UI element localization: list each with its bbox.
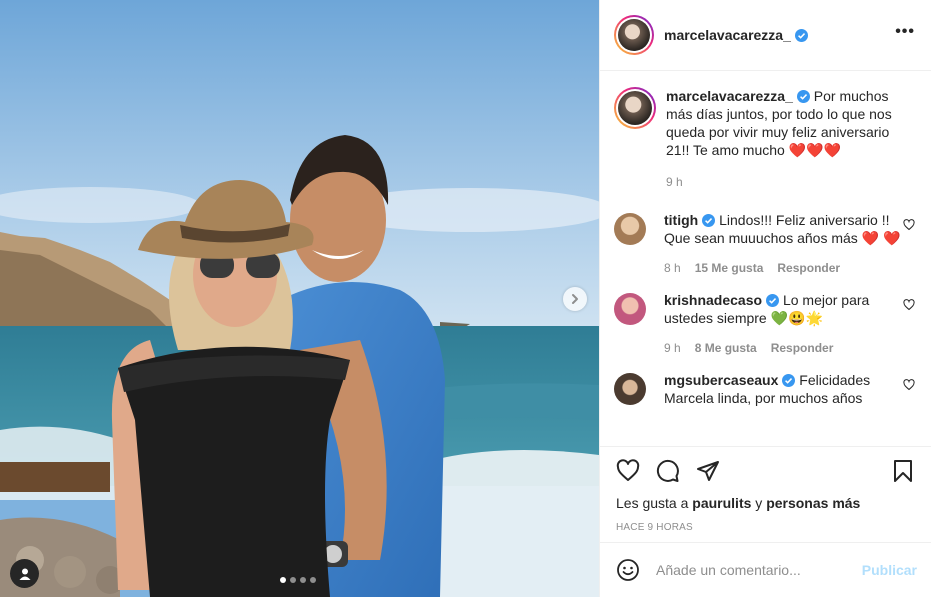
- commenter-avatar[interactable]: [614, 373, 646, 405]
- liked-by-summary: Les gusta a paurulits y personas más: [616, 495, 915, 511]
- chevron-right-icon: [572, 294, 578, 304]
- comment-time[interactable]: 8 h: [664, 259, 681, 277]
- publish-button[interactable]: Publicar: [862, 562, 917, 578]
- bookmark-icon[interactable]: [891, 459, 915, 483]
- post-actions: Les gusta a paurulits y personas más HAC…: [600, 446, 931, 542]
- reply-button[interactable]: Responder: [771, 339, 834, 357]
- carousel-dot: [310, 577, 316, 583]
- carousel-dot: [290, 577, 296, 583]
- verified-badge-icon: [782, 374, 796, 387]
- liked-by-prefix: Les gusta a: [616, 495, 689, 511]
- commenter-avatar[interactable]: [614, 213, 646, 245]
- commenter-username[interactable]: titigh: [664, 212, 698, 228]
- comment-icon[interactable]: [656, 459, 680, 483]
- post-header: marcelavacarezza_ •••: [600, 0, 931, 71]
- comments-list[interactable]: marcelavacarezza_ Por muchos más días ju…: [600, 71, 931, 446]
- like-comment-heart-icon[interactable]: [903, 379, 915, 391]
- like-comment-heart-icon[interactable]: [903, 219, 915, 231]
- photo-scene: [0, 0, 599, 597]
- comment-input[interactable]: [656, 562, 862, 578]
- caption-avatar[interactable]: [614, 87, 656, 129]
- user-tag-icon: [19, 568, 30, 580]
- verified-badge-icon: [702, 214, 716, 227]
- heart-icon[interactable]: [616, 459, 640, 483]
- comment-time[interactable]: 9 h: [664, 339, 681, 357]
- next-photo-button[interactable]: [563, 287, 587, 311]
- comment-likes[interactable]: 15 Me gusta: [695, 259, 764, 277]
- carousel-indicator: [280, 577, 316, 583]
- verified-badge-icon: [766, 294, 780, 307]
- comment-likes[interactable]: 8 Me gusta: [695, 339, 757, 357]
- verified-badge-icon: [796, 90, 810, 103]
- commenter-username[interactable]: mgsubercaseaux: [664, 372, 778, 388]
- more-options-button[interactable]: •••: [895, 23, 915, 47]
- author-avatar[interactable]: [614, 15, 654, 55]
- liked-by-others[interactable]: personas más: [766, 495, 860, 511]
- post-caption: marcelavacarezza_ Por muchos más días ju…: [614, 87, 915, 191]
- post-timestamp[interactable]: HACE 9 HORAS: [616, 522, 915, 542]
- add-comment-bar: Publicar: [600, 542, 931, 597]
- commenter-username[interactable]: krishnadecaso: [664, 292, 762, 308]
- liked-by-joiner: y: [755, 495, 763, 511]
- emoji-icon[interactable]: [616, 558, 640, 582]
- instagram-post: marcelavacarezza_ ••• marcelavacarezza_ …: [0, 0, 931, 597]
- verified-badge-icon: [794, 28, 808, 42]
- author-username[interactable]: marcelavacarezza_: [664, 27, 791, 43]
- tagged-users-button[interactable]: [10, 559, 39, 588]
- share-icon[interactable]: [696, 459, 720, 483]
- comment-item: titigh Lindos!!! Feliz aniversario !! Qu…: [614, 211, 915, 277]
- liked-by-user[interactable]: paurulits: [692, 495, 751, 511]
- caption-time[interactable]: 9 h: [666, 173, 683, 191]
- comment-item: mgsubercaseaux Felicidades Marcela linda…: [614, 371, 915, 407]
- post-photo[interactable]: [0, 0, 599, 597]
- commenter-avatar[interactable]: [614, 293, 646, 325]
- comment-item: krishnadecaso Lo mejor para ustedes siem…: [614, 291, 915, 357]
- carousel-dot: [300, 577, 306, 583]
- caption-username[interactable]: marcelavacarezza_: [666, 88, 793, 104]
- post-sidebar: marcelavacarezza_ ••• marcelavacarezza_ …: [599, 0, 931, 597]
- carousel-dot: [280, 577, 286, 583]
- comment-text: Lindos!!! Feliz aniversario !! Que sean …: [664, 212, 901, 246]
- like-comment-heart-icon[interactable]: [903, 299, 915, 311]
- reply-button[interactable]: Responder: [777, 259, 840, 277]
